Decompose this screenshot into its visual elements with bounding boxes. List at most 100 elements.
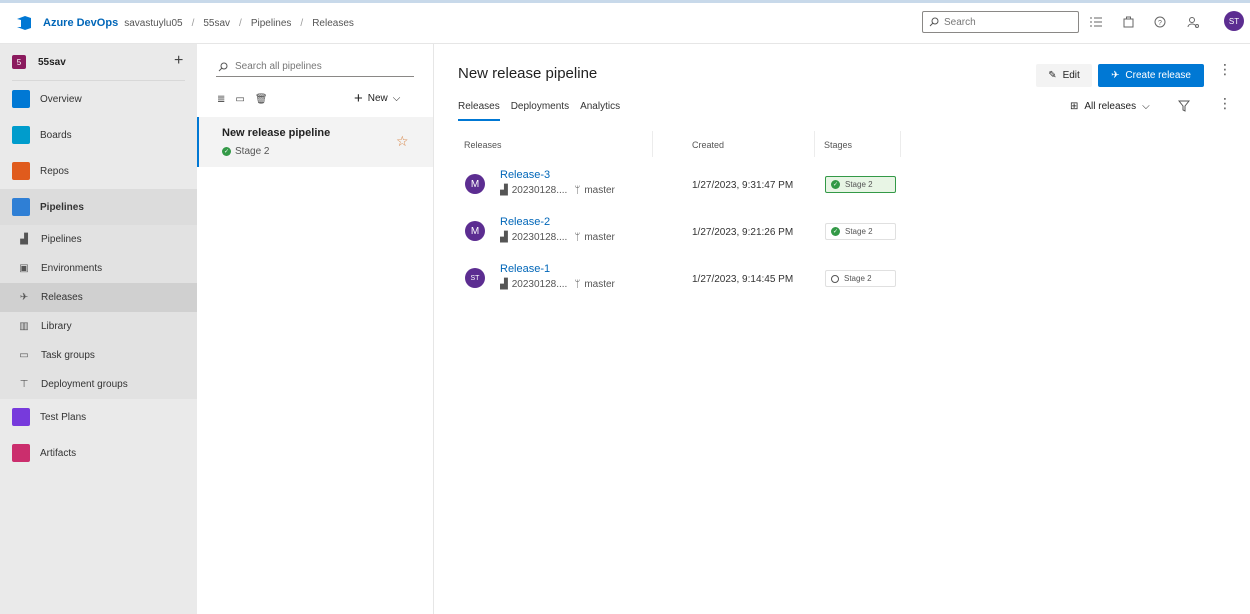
stage-label: Stage 2 xyxy=(844,274,872,283)
pipelines-sub-icon: ▟ xyxy=(20,234,28,245)
breadcrumb-releases[interactable]: Releases xyxy=(312,18,354,29)
list-settings-icon[interactable] xyxy=(1088,14,1104,30)
global-search-input[interactable]: Search xyxy=(922,11,1079,33)
subnav-item-releases[interactable]: ✈ Releases xyxy=(0,283,197,312)
breadcrumb-project[interactable]: 55sav xyxy=(203,18,230,29)
create-release-button[interactable]: ✈ Create release xyxy=(1098,64,1204,87)
success-check-icon: ✓ xyxy=(831,180,840,189)
user-avatar[interactable]: ST xyxy=(1224,11,1244,31)
nav-item-pipelines[interactable]: Pipelines xyxy=(0,189,197,225)
nav-item-test-plans[interactable]: Test Plans xyxy=(0,399,197,435)
nav-item-repos[interactable]: Repos xyxy=(0,153,197,189)
success-check-icon: ✓ xyxy=(222,147,231,156)
release-row[interactable]: M Release-2 ▟ 20230128.... ᛘ master 1/27… xyxy=(454,212,914,259)
created-date: 1/27/2023, 9:21:26 PM xyxy=(692,227,794,238)
more-options-icon[interactable]: ⋮ xyxy=(1218,96,1232,110)
subnav-label: Pipelines xyxy=(41,234,82,245)
library-icon: ▥ xyxy=(19,321,29,332)
left-navigation: 5 55sav + Overview Boards Repos Pipeline… xyxy=(0,44,197,614)
pipeline-list-item[interactable]: New release pipeline ✓ Stage 2 ☆ xyxy=(197,117,433,167)
nav-item-artifacts[interactable]: Artifacts xyxy=(0,435,197,471)
table-grid-icon: ⊞ xyxy=(1070,101,1079,112)
nav-item-label: Artifacts xyxy=(40,447,77,459)
release-name-link[interactable]: Release-1 xyxy=(500,263,550,275)
release-row[interactable]: M Release-3 ▟ 20230128.... ᛘ master 1/27… xyxy=(454,165,914,212)
column-divider xyxy=(814,131,815,157)
nav-item-boards[interactable]: Boards xyxy=(0,117,197,153)
favorite-star-icon[interactable]: ☆ xyxy=(396,133,409,150)
pencil-icon: ✎ xyxy=(1048,70,1057,81)
success-check-icon: ✓ xyxy=(831,227,840,236)
nav-item-label: Pipelines xyxy=(40,201,84,213)
folder-view-icon[interactable]: ▭ xyxy=(235,94,244,105)
marketplace-bag-icon[interactable] xyxy=(1120,14,1136,30)
deleted-view-icon[interactable]: 🗑 xyxy=(255,94,268,105)
subnav-item-task-groups[interactable]: ▭ Task groups xyxy=(0,341,197,370)
release-name-link[interactable]: Release-3 xyxy=(500,169,550,181)
svg-text:?: ? xyxy=(1158,20,1162,27)
add-new-icon[interactable]: + xyxy=(174,52,183,70)
azure-devops-logo-icon[interactable] xyxy=(16,16,34,30)
branch-icon: ᛘ xyxy=(574,232,581,243)
build-icon: ▟ xyxy=(500,279,508,290)
deployment-groups-icon: ⊤ xyxy=(19,379,29,390)
stage-status-badge[interactable]: ✓ Stage 2 xyxy=(825,176,896,193)
new-button-label: New xyxy=(367,93,388,104)
project-header[interactable]: 5 55sav + xyxy=(0,44,197,80)
pipeline-name: New release pipeline xyxy=(222,127,331,139)
edit-button[interactable]: ✎ Edit xyxy=(1036,64,1092,87)
filter-funnel-icon[interactable] xyxy=(1177,100,1191,115)
build-icon: ▟ xyxy=(500,185,508,196)
stage-label: Stage 2 xyxy=(845,227,873,236)
more-actions-icon[interactable]: ⋮ xyxy=(1218,62,1232,76)
subnav-item-deployment-groups[interactable]: ⊤ Deployment groups xyxy=(0,370,197,399)
branch-icon: ᛘ xyxy=(574,185,581,196)
created-date: 1/27/2023, 9:14:45 PM xyxy=(692,274,794,285)
search-icon xyxy=(929,17,939,27)
nav-item-label: Test Plans xyxy=(40,411,87,423)
stage-status-badge[interactable]: Stage 2 xyxy=(825,270,896,287)
tab-deployments[interactable]: Deployments xyxy=(511,101,569,121)
subnav-item-library[interactable]: ▥ Library xyxy=(0,312,197,341)
pipelines-icon xyxy=(12,198,30,216)
build-number: 20230128.... xyxy=(511,232,568,243)
breadcrumb-separator: / xyxy=(191,17,195,29)
release-artifact-info: ▟ 20230128.... ᛘ master xyxy=(500,232,615,243)
boards-icon xyxy=(12,126,30,144)
test-plans-icon xyxy=(12,408,30,426)
user-settings-icon[interactable] xyxy=(1185,14,1201,30)
environments-icon: ▣ xyxy=(19,263,29,274)
not-deployed-circle-icon xyxy=(831,274,839,283)
breadcrumb-separator: / xyxy=(300,17,304,29)
release-artifact-info: ▟ 20230128.... ᛘ master xyxy=(500,279,615,290)
pipeline-search-input[interactable]: Search all pipelines xyxy=(216,57,414,77)
column-divider xyxy=(900,131,901,157)
tab-releases[interactable]: Releases xyxy=(458,101,500,121)
subnav-item-environments[interactable]: ▣ Environments xyxy=(0,254,197,283)
breadcrumb-org[interactable]: savastuylu05 xyxy=(124,18,182,29)
nav-item-overview[interactable]: Overview xyxy=(0,81,197,117)
help-icon[interactable]: ? xyxy=(1152,14,1168,30)
releases-table-header: Releases Created Stages xyxy=(454,131,902,157)
view-toggle-group: ≣ ▭ 🗑 xyxy=(217,94,268,105)
release-row[interactable]: ST Release-1 ▟ 20230128.... ᛘ master 1/2… xyxy=(454,259,914,306)
branch-name: master xyxy=(584,279,615,290)
subnav-label: Environments xyxy=(41,263,103,274)
avatar: ST xyxy=(465,268,485,288)
subnav-item-pipelines[interactable]: ▟ Pipelines xyxy=(0,225,197,254)
new-pipeline-button[interactable]: + New ⌵ xyxy=(354,91,400,106)
stage-status-badge[interactable]: ✓ Stage 2 xyxy=(825,223,896,240)
project-avatar: 5 xyxy=(12,55,26,69)
edit-button-label: Edit xyxy=(1062,70,1080,81)
breadcrumb-pipelines[interactable]: Pipelines xyxy=(251,18,292,29)
avatar: M xyxy=(465,221,485,241)
release-name-link[interactable]: Release-2 xyxy=(500,216,550,228)
brand-link[interactable]: Azure DevOps xyxy=(43,17,118,29)
nav-item-label: Boards xyxy=(40,129,72,141)
build-icon: ▟ xyxy=(500,232,508,243)
task-groups-icon: ▭ xyxy=(19,350,29,361)
all-releases-dropdown[interactable]: ⊞ All releases ⌵ xyxy=(1070,101,1150,112)
list-view-icon[interactable]: ≣ xyxy=(217,94,225,105)
column-header-releases: Releases xyxy=(464,140,502,150)
tab-analytics[interactable]: Analytics xyxy=(580,101,620,121)
